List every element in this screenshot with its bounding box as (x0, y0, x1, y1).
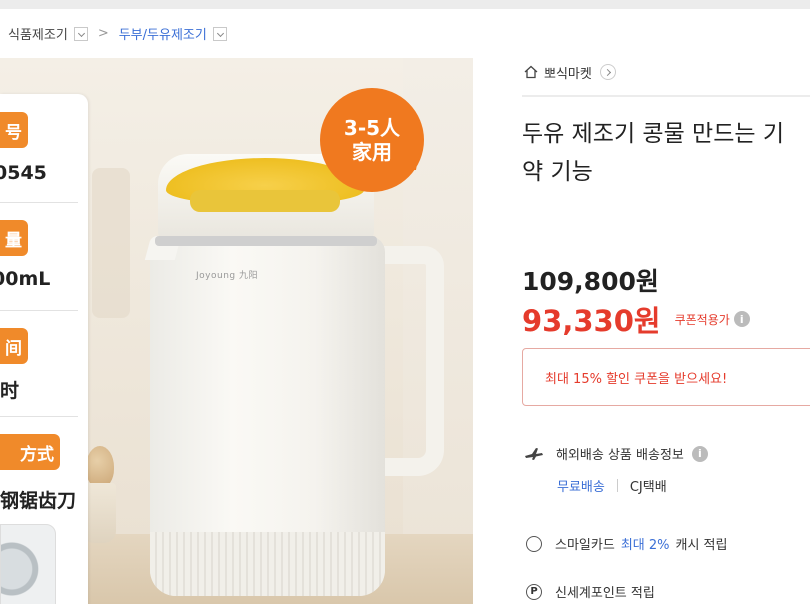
badge-line-2: 家用 (352, 140, 392, 164)
points-row: P 신세계포인트 적립 (526, 582, 655, 601)
spec-value: 钢锯齿刀 (0, 490, 77, 512)
product-title: 두유 제조기 콩물 만드는 기 약 기능 (522, 121, 785, 185)
spec-value: 00mL (0, 268, 51, 290)
spec-divider (0, 416, 78, 417)
spec-tag: 号 (0, 112, 28, 148)
smile-card-label: 스마일카드 (555, 538, 615, 553)
home-icon (524, 65, 538, 79)
blade-thumbnail (0, 524, 56, 604)
product-image[interactable]: Joyoung 九阳 3-5人 家用 号 0545 量 00mL 间 时 方式 … (0, 58, 473, 604)
breadcrumb-item-subcategory[interactable]: 두부/두유제조기 (119, 24, 207, 43)
coupon-download-button[interactable]: 최대 15% 할인 쿠폰을 받으세요! (522, 348, 810, 406)
sale-price: 93,330원 (522, 304, 661, 338)
spec-tag: 量 (0, 220, 28, 256)
free-shipping-text: 무료배송 (557, 480, 605, 495)
kettle-base (150, 532, 385, 596)
brand-logo: Joyoung 九阳 (196, 271, 258, 281)
background-jar (92, 168, 130, 318)
separator (616, 479, 618, 492)
shipping-detail: 무료배송 CJ택배 (557, 476, 667, 495)
carrier-text: CJ택배 (629, 480, 667, 495)
sale-price-row: 93,330원 쿠폰적용가 i (522, 298, 750, 340)
smile-card-row: 스마일카드 최대 2% 캐시 적립 (526, 534, 727, 553)
spec-divider (0, 202, 78, 203)
spec-tag: 方式 (0, 434, 60, 470)
breadcrumb: 식품제조기 > 두부/두유제조기 (0, 18, 227, 48)
smile-card-icon (526, 535, 542, 552)
chevron-right-icon[interactable] (599, 64, 616, 80)
spec-value: 时 (0, 380, 20, 402)
chevron-down-icon[interactable] (73, 27, 88, 41)
shipping-info-row: 해외배송 상품 배송정보 i (524, 444, 708, 463)
shipping-label: 해외배송 상품 배송정보 (556, 448, 684, 463)
capacity-badge: 3-5人 家用 (320, 88, 424, 192)
kettle-handle (378, 246, 444, 476)
points-label: 신세계포인트 적립 (555, 586, 655, 601)
info-icon[interactable]: i (733, 311, 750, 327)
airplane-icon (525, 447, 543, 460)
store-name: 뽀식마켓 (544, 66, 592, 82)
info-icon[interactable]: i (691, 445, 708, 462)
spec-value: 0545 (0, 162, 47, 184)
lid-handle (190, 190, 340, 212)
product-info-panel: 뽀식마켓 두유 제조기 콩물 만드는 기 약 기능 109,800원 93,33… (522, 0, 810, 604)
points-icon: P (526, 583, 542, 600)
breadcrumb-item-category[interactable]: 식품제조기 (8, 24, 68, 43)
original-price: 109,800원 (522, 267, 659, 296)
spec-tag: 间 (0, 328, 28, 364)
spec-divider (0, 310, 78, 311)
breadcrumb-separator: > (97, 25, 109, 41)
divider (522, 95, 810, 97)
egg (86, 446, 114, 488)
store-link[interactable]: 뽀식마켓 (524, 62, 616, 82)
badge-line-1: 3-5人 (343, 116, 401, 140)
spec-card: 号 0545 量 00mL 间 时 方式 钢锯齿刀 (0, 94, 88, 604)
smile-card-highlight: 최대 2% (620, 538, 670, 553)
smile-card-suffix: 캐시 적립 (675, 538, 728, 553)
chevron-down-icon[interactable] (212, 27, 227, 41)
coupon-price-label: 쿠폰적용가 (674, 312, 730, 327)
